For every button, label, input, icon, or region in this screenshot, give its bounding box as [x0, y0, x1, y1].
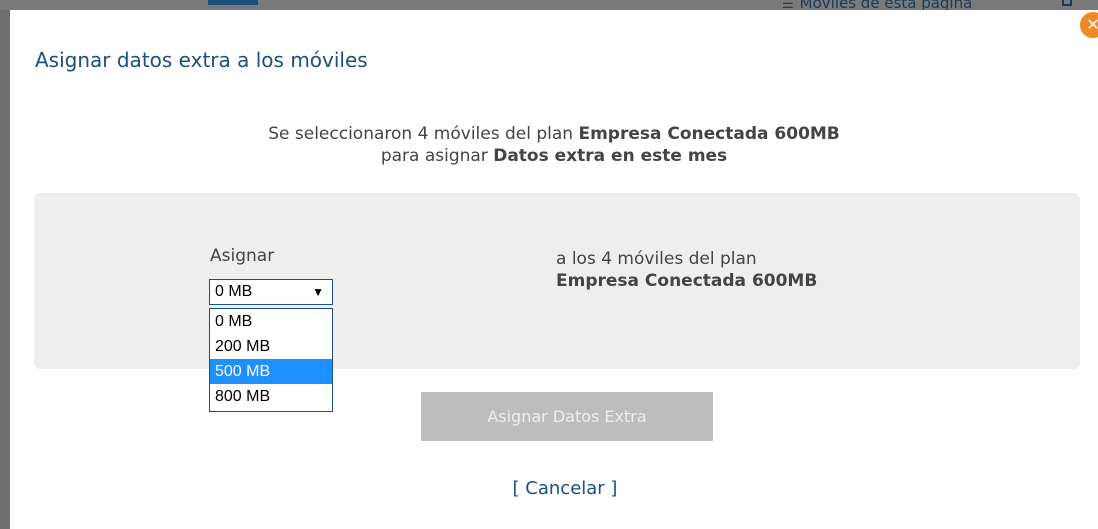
data-amount-select[interactable]: 0 MB ▼	[209, 279, 333, 305]
cancel-link[interactable]: [ Cancelar ]	[10, 478, 1098, 499]
summary-text: Se seleccionaron 4 móviles del plan	[268, 124, 579, 144]
option-200-mb[interactable]: 200 MB	[210, 334, 332, 359]
mobiles-on-page-label: Móviles de esta página	[799, 0, 973, 10]
close-icon: ✕	[1086, 15, 1098, 34]
option-0-mb[interactable]: 0 MB	[210, 309, 332, 334]
plan-line-1: a los 4 móviles del plan	[556, 249, 757, 269]
assign-extra-data-button[interactable]: Asignar Datos Extra	[421, 392, 713, 441]
plan-line-2: Empresa Conectada 600MB	[556, 271, 818, 291]
data-amount-options: 0 MB 200 MB 500 MB 800 MB	[209, 308, 333, 412]
select-value: 0 MB	[215, 283, 253, 300]
list-icon: ☰	[782, 0, 794, 10]
background-toolbar: ☰ Móviles de esta página	[0, 0, 1098, 10]
assign-extra-data-dialog: Asignar datos extra a los móviles Se sel…	[10, 10, 1098, 529]
background-tab	[208, 0, 258, 5]
dialog-title: Asignar datos extra a los móviles	[35, 48, 368, 72]
assign-label: Asignar	[210, 246, 275, 266]
option-800-mb[interactable]: 800 MB	[210, 384, 332, 409]
plan-description: a los 4 móviles del plan Empresa Conecta…	[556, 248, 817, 292]
option-500-mb[interactable]: 500 MB	[210, 359, 332, 384]
summary-text-2: para asignar	[380, 146, 494, 166]
selection-summary: Se seleccionaron 4 móviles del plan Empr…	[10, 123, 1098, 167]
summary-line-2: para asignar Datos extra en este mes	[10, 145, 1098, 167]
summary-extra-type: Datos extra en este mes	[493, 146, 728, 166]
summary-plan-name: Empresa Conectada 600MB	[578, 124, 840, 144]
inbox-icon	[1062, 0, 1072, 6]
mobiles-on-page-link: ☰ Móviles de esta página	[782, 0, 972, 10]
summary-line-1: Se seleccionaron 4 móviles del plan Empr…	[10, 123, 1098, 145]
dropdown-arrow-icon: ▼	[312, 285, 324, 299]
